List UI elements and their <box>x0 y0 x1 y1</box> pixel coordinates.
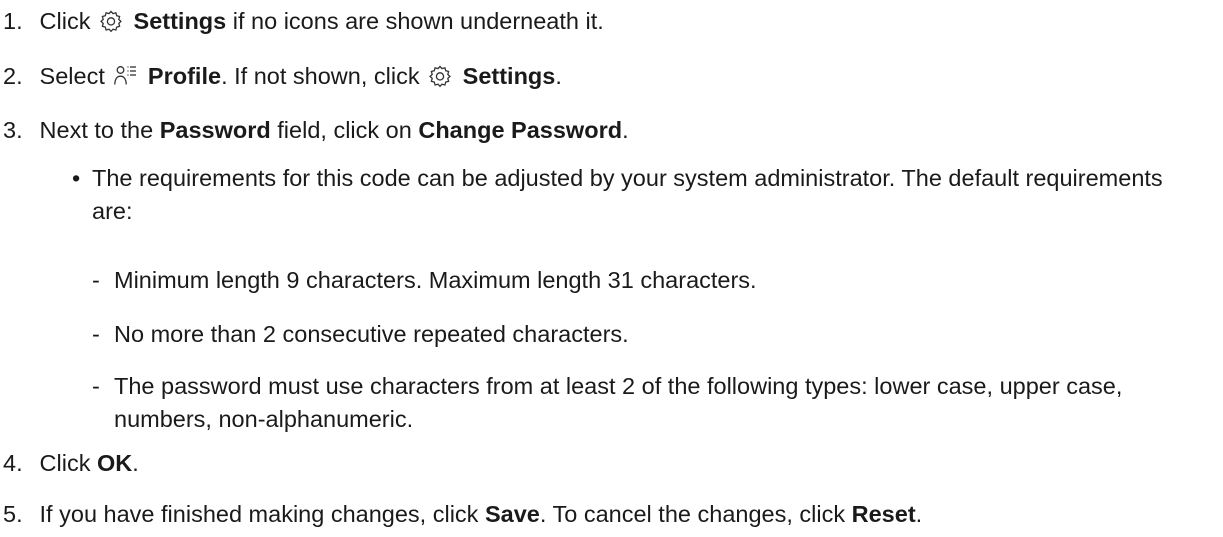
ok-label: OK <box>96 450 133 476</box>
step-text: . To cancel the changes, click <box>539 501 846 527</box>
step-4: 4. Click OK. <box>0 447 139 480</box>
gear-icon <box>428 64 452 88</box>
step-text: field, click on <box>277 117 412 143</box>
bullet-text: The requirements for this code can be ad… <box>92 165 1163 224</box>
step-text: . <box>915 501 923 527</box>
step-text: . <box>555 63 562 89</box>
requirement-item: - The password must use characters from … <box>92 370 1212 436</box>
dash-marker: - <box>92 267 100 293</box>
requirement-text: The password must use characters from at… <box>114 373 1123 432</box>
profile-list-icon <box>113 64 137 88</box>
gear-icon <box>99 9 123 33</box>
step-1: 1. Click Settings if no icons are shown … <box>0 5 604 38</box>
change-password-label: Change Password <box>418 117 623 143</box>
step-3: 3. Next to the Password field, click on … <box>0 114 629 147</box>
requirement-item: - Minimum length 9 characters. Maximum l… <box>92 264 1212 297</box>
step-text: Click <box>39 450 91 476</box>
step-number: 4. <box>3 450 23 476</box>
requirements-bullet: • The requirements for this code can be … <box>72 162 1192 228</box>
step-number: 3. <box>3 117 23 143</box>
step-text: . <box>132 450 139 476</box>
step-5: 5. If you have finished making changes, … <box>0 498 922 531</box>
step-text: If you have finished making changes, cli… <box>39 501 479 527</box>
password-label: Password <box>159 117 271 143</box>
requirement-text: Minimum length 9 characters. Maximum len… <box>114 267 757 293</box>
instructions-document: 1. Click Settings if no icons are shown … <box>0 0 1223 537</box>
settings-label: Settings <box>462 63 556 89</box>
step-text: . If not shown, click <box>221 63 420 89</box>
step-number: 1. <box>3 8 23 34</box>
step-text: Click <box>39 8 91 34</box>
reset-label: Reset <box>851 501 916 527</box>
save-label: Save <box>484 501 540 527</box>
settings-label: Settings <box>133 8 227 34</box>
step-text: if no icons are shown underneath it. <box>232 8 604 34</box>
profile-label: Profile <box>147 63 222 89</box>
step-text: Select <box>39 63 105 89</box>
step-text: Next to the <box>39 117 154 143</box>
bullet-marker: • <box>72 165 81 191</box>
step-2: 2. Select Profile. If not shown, click S… <box>0 60 562 93</box>
dash-marker: - <box>92 321 100 347</box>
step-text: . <box>622 117 629 143</box>
step-number: 5. <box>3 501 23 527</box>
dash-marker: - <box>92 373 100 399</box>
step-number: 2. <box>3 63 23 89</box>
requirement-text: No more than 2 consecutive repeated char… <box>114 321 629 347</box>
requirement-item: - No more than 2 consecutive repeated ch… <box>92 318 1212 351</box>
